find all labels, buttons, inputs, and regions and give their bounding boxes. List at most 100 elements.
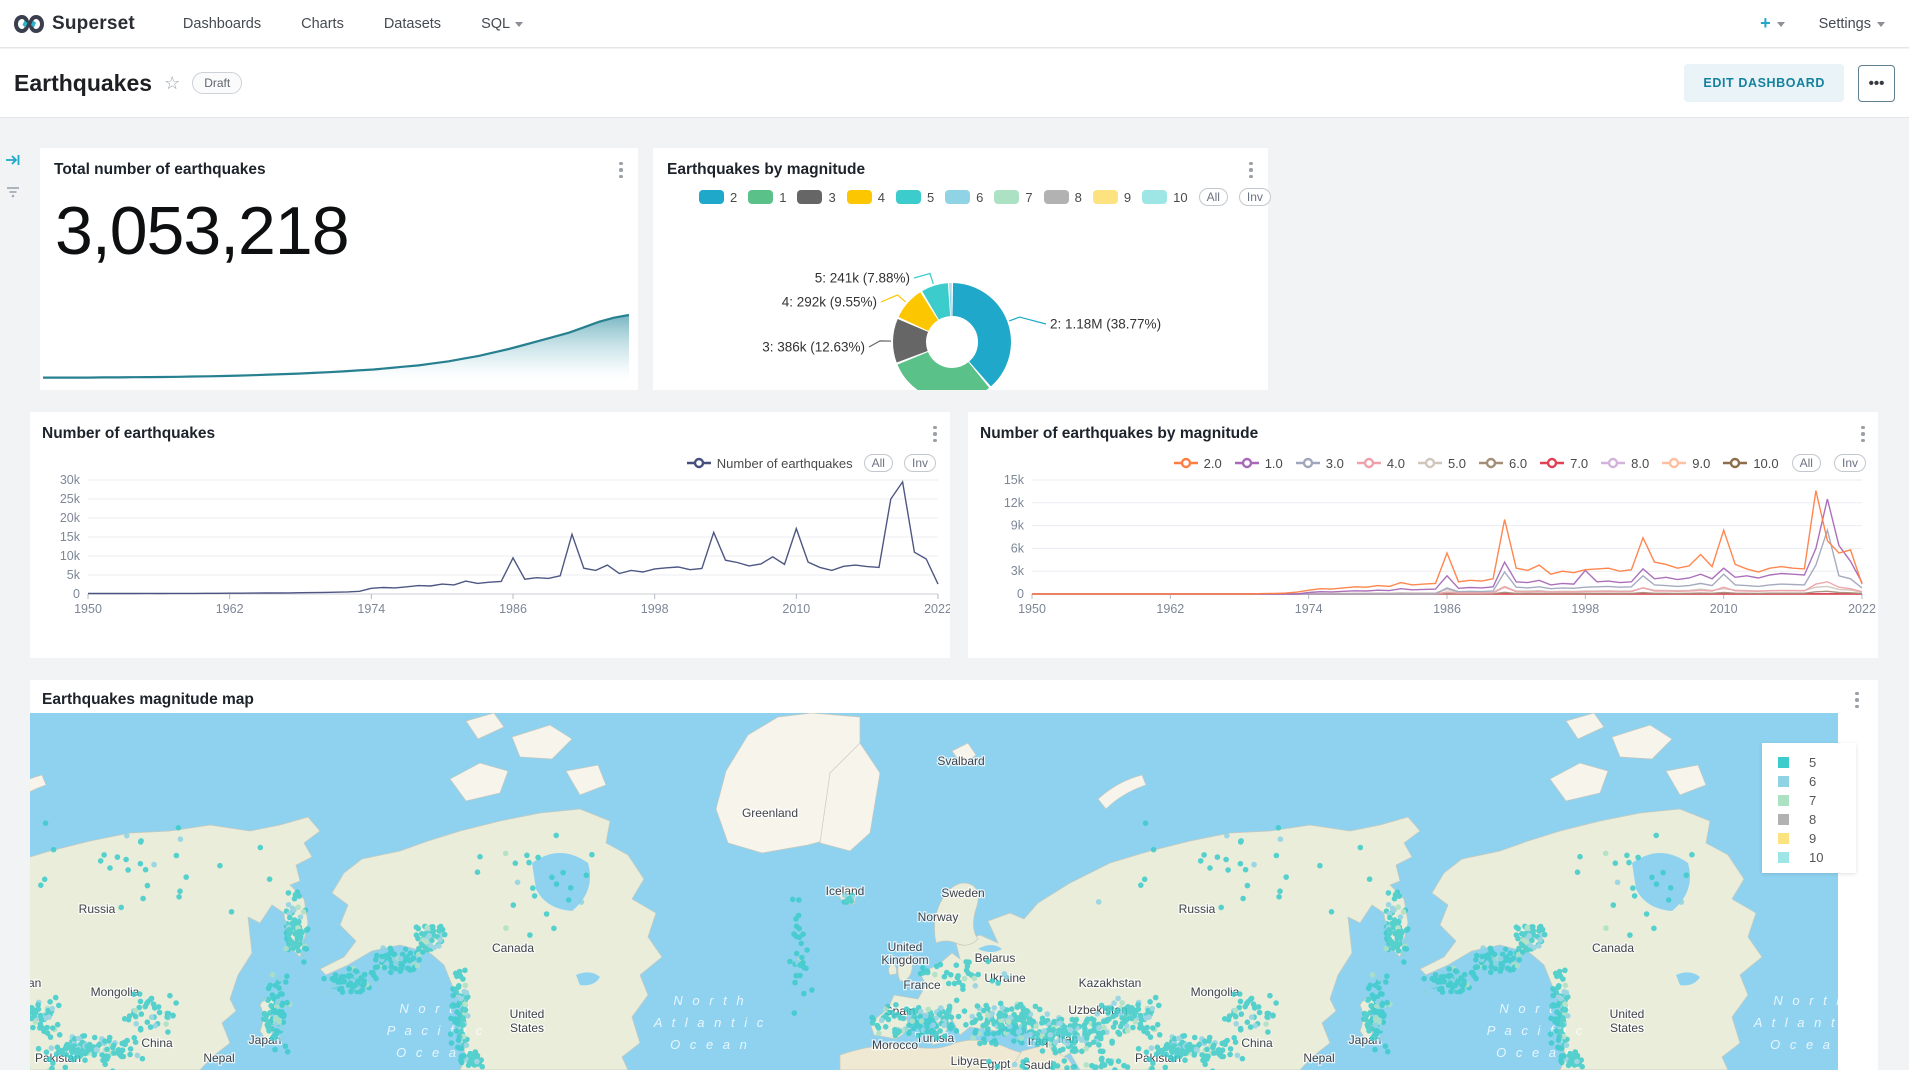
legend-line-marker (687, 457, 711, 469)
y-axis-tick-label: 3k (1011, 564, 1025, 578)
chart-title: Earthquakes by magnitude (667, 161, 865, 179)
legend-item-magnitude-10[interactable]: 10 (1142, 190, 1187, 205)
legend-item-magnitude-1[interactable]: 1 (748, 190, 786, 205)
x-axis-tick-label: 2010 (782, 602, 810, 616)
svg-text:N o r t h: N o r t h (673, 993, 746, 1008)
y-axis-tick-label: 15k (60, 530, 81, 544)
donut-chart[interactable]: 2: 1.18M (38.77%)1: 921k (30.16%)3: 386k… (653, 204, 1268, 390)
svg-text:States: States (1610, 1021, 1644, 1035)
nav-item-dashboards[interactable]: Dashboards (183, 16, 261, 32)
chart-menu-kebab-icon[interactable] (1856, 424, 1870, 444)
multiline-legend: 2.0 1.0 3.0 4.0 5.0 6.0 7.0 8.0 9.0 10.0 All Inv (1174, 454, 1866, 472)
svg-text:Russia: Russia (1179, 902, 1216, 916)
legend-label: 8.0 (1631, 456, 1649, 471)
status-badge: Draft (192, 72, 242, 94)
svg-text:Nepal: Nepal (1303, 1051, 1334, 1065)
y-axis-tick-label: 30k (60, 473, 81, 487)
line-chart[interactable]: 30k25k20k15k10k5k01950196219741986199820… (30, 472, 950, 624)
donut-callout-label: 4: 292k (9.55%) (782, 295, 877, 310)
legend-item-magnitude-2[interactable]: 2 (699, 190, 737, 205)
trend-sparkline (43, 309, 629, 385)
legend-inv-button[interactable]: Inv (904, 454, 936, 472)
legend-label: 10 (1809, 850, 1823, 865)
x-axis-tick-label: 1974 (357, 602, 385, 616)
nav-item-sql[interactable]: SQL (481, 16, 523, 32)
chevron-down-icon (515, 22, 523, 27)
legend-inv-button[interactable]: Inv (1834, 454, 1866, 472)
filter-rail (0, 118, 26, 1070)
edit-dashboard-button[interactable]: EDIT DASHBOARD (1684, 64, 1844, 102)
legend-swatch (945, 190, 970, 204)
legend-item-magnitude-5[interactable]: 5 (896, 190, 934, 205)
legend-item-magnitude-8[interactable]: 8 (1044, 190, 1082, 205)
chevron-down-icon (1877, 22, 1885, 27)
chart-menu-kebab-icon[interactable] (614, 160, 628, 180)
legend-item-number-of-earthquakes[interactable]: Number of earthquakes (687, 456, 853, 471)
total-earthquakes-card: Total number of earthquakes 3,053,218 (40, 148, 638, 390)
legend-label: 9.0 (1692, 456, 1710, 471)
magnitude-donut-card: Earthquakes by magnitude 21345678910AllI… (653, 148, 1268, 390)
x-axis-tick-label: 2010 (1710, 602, 1738, 616)
svg-text:China: China (141, 1036, 173, 1050)
legend-swatch (748, 190, 773, 204)
legend-item-magnitude-3.0[interactable]: 3.0 (1296, 456, 1344, 471)
x-axis-tick-label: 1974 (1295, 602, 1323, 616)
favorite-star-icon[interactable]: ☆ (164, 73, 180, 94)
filter-icon[interactable] (5, 184, 21, 200)
x-axis-tick-label: 1986 (1433, 602, 1461, 616)
legend-item-magnitude-1.0[interactable]: 1.0 (1235, 456, 1283, 471)
legend-swatch (847, 190, 872, 204)
legend-line-marker (1540, 457, 1564, 469)
legend-item-magnitude-10.0[interactable]: 10.0 (1723, 456, 1778, 471)
dashboard-more-button[interactable]: ••• (1858, 65, 1895, 102)
legend-item-magnitude-3[interactable]: 3 (797, 190, 835, 205)
nav-item-datasets[interactable]: Datasets (384, 16, 441, 32)
multiline-chart[interactable]: 15k12k9k6k3k0195019621974198619982010202… (968, 472, 1878, 624)
svg-text:A t l a n t i c: A t l a n t i c (1753, 1015, 1838, 1030)
legend-item-magnitude-8.0[interactable]: 8.0 (1601, 456, 1649, 471)
svg-text:Nepal: Nepal (203, 1051, 234, 1065)
legend-item-magnitude-7[interactable]: 7 (994, 190, 1032, 205)
legend-line-marker (1662, 457, 1686, 469)
legend-swatch (1778, 852, 1789, 863)
legend-line-marker (1479, 457, 1503, 469)
nav-item-label: Datasets (384, 16, 441, 32)
legend-swatch (1778, 776, 1789, 787)
legend-swatch (1142, 190, 1167, 204)
legend-item-magnitude-9.0[interactable]: 9.0 (1662, 456, 1710, 471)
legend-item-magnitude-7.0[interactable]: 7.0 (1540, 456, 1588, 471)
legend-line-marker (1418, 457, 1442, 469)
nav-item-charts[interactable]: Charts (301, 16, 344, 32)
legend-item-magnitude-2.0[interactable]: 2.0 (1174, 456, 1222, 471)
world-map-canvas[interactable]: N o r t hP a c i f i cO c e a nN o r t h… (30, 713, 1838, 1070)
legend-item-magnitude-5.0[interactable]: 5.0 (1418, 456, 1466, 471)
map-legend-item-5: 5 (1778, 753, 1856, 772)
expand-filters-icon[interactable] (5, 152, 21, 168)
legend-label: 9 (1809, 831, 1816, 846)
chart-title: Earthquakes magnitude map (42, 691, 254, 709)
x-axis-tick-label: 1998 (1571, 602, 1599, 616)
legend-label: 2.0 (1204, 456, 1222, 471)
legend-label: 5 (927, 190, 934, 205)
legend-item-magnitude-4[interactable]: 4 (847, 190, 885, 205)
chart-menu-kebab-icon[interactable] (1850, 690, 1864, 710)
y-axis-tick-label: 12k (1004, 496, 1025, 510)
legend-item-magnitude-9[interactable]: 9 (1093, 190, 1131, 205)
legend-all-button[interactable]: All (1792, 454, 1821, 472)
plus-icon: + (1760, 13, 1771, 34)
legend-all-button[interactable]: All (864, 454, 893, 472)
chart-menu-kebab-icon[interactable] (1244, 160, 1258, 180)
svg-text:France: France (903, 978, 941, 992)
legend-item-magnitude-6[interactable]: 6 (945, 190, 983, 205)
chart-title: Total number of earthquakes (54, 161, 266, 179)
legend-item-magnitude-6.0[interactable]: 6.0 (1479, 456, 1527, 471)
legend-item-magnitude-4.0[interactable]: 4.0 (1357, 456, 1405, 471)
new-item-button[interactable]: + (1760, 13, 1785, 34)
svg-text:Sweden: Sweden (941, 886, 984, 900)
legend-label: 7.0 (1570, 456, 1588, 471)
x-axis-tick-label: 1962 (1156, 602, 1184, 616)
chart-menu-kebab-icon[interactable] (928, 424, 942, 444)
superset-logo[interactable]: Superset (14, 13, 135, 35)
legend-label: 3 (828, 190, 835, 205)
settings-menu[interactable]: Settings (1819, 16, 1885, 32)
